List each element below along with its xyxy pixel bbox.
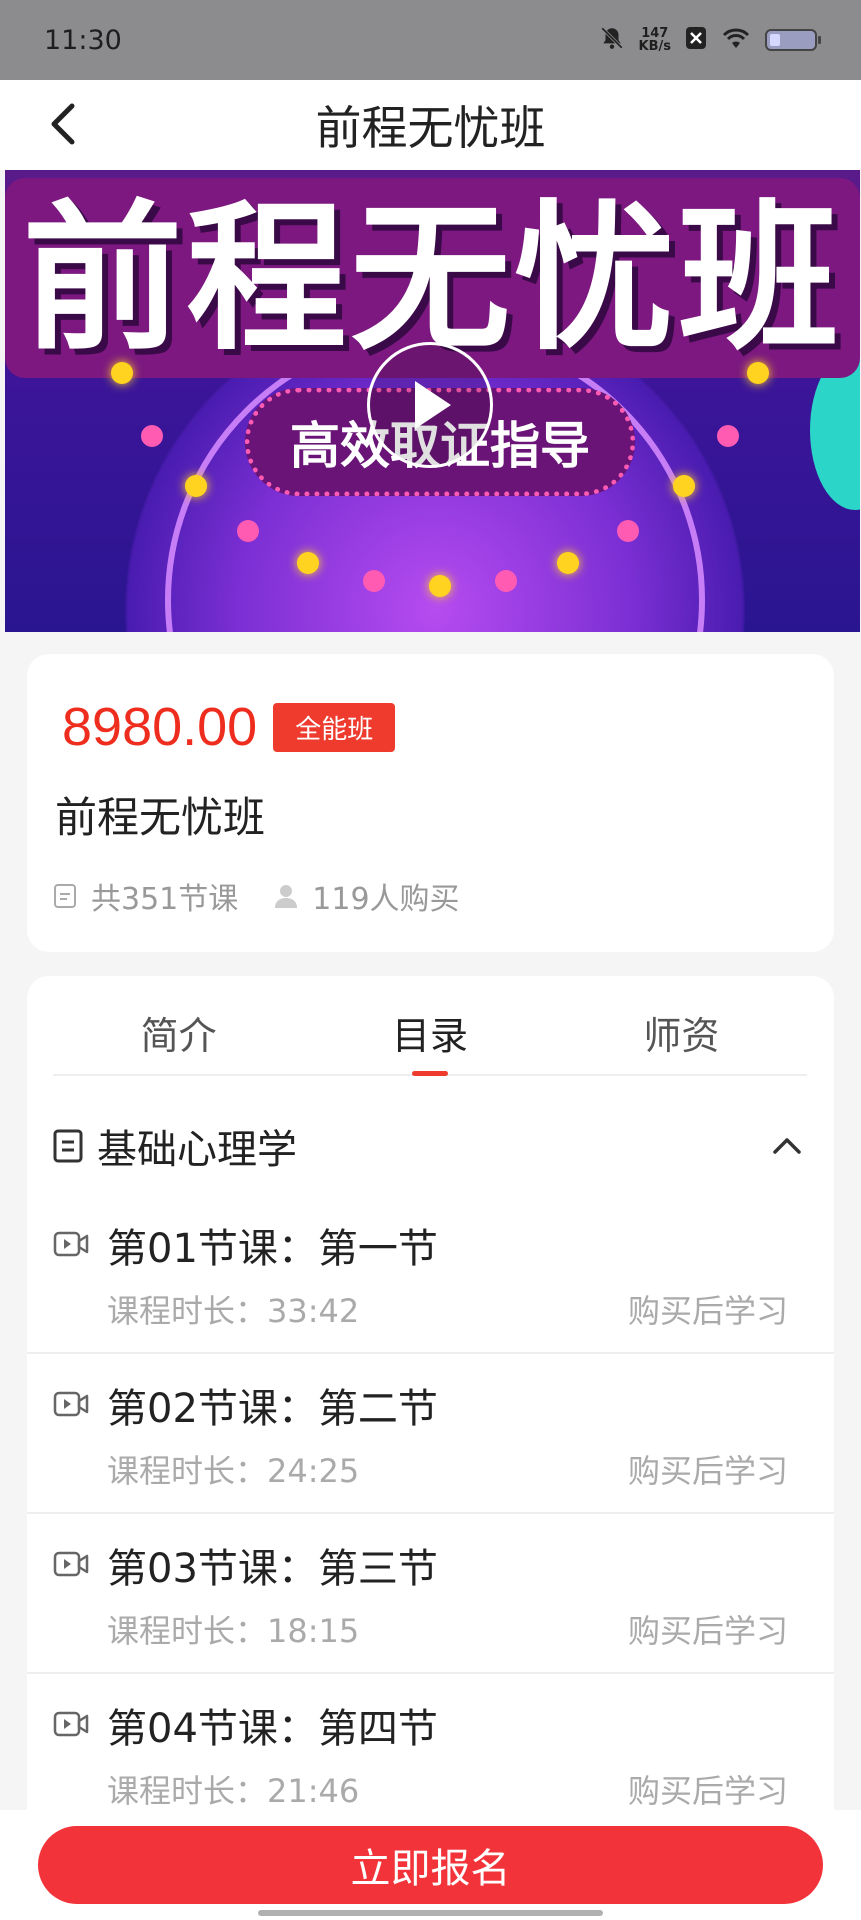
chapter-title: 基础心理学	[97, 1127, 297, 1173]
banner-light	[617, 520, 639, 542]
content-tabs: 简介 目录 师资	[53, 976, 807, 1076]
banner-light	[297, 552, 319, 574]
lesson-status: 购买后学习	[627, 1452, 788, 1490]
buyers-count-text: 119人购买	[312, 882, 460, 917]
video-icon	[53, 1551, 89, 1577]
play-button[interactable]	[367, 342, 493, 468]
network-speed: 147 KB/s	[639, 27, 671, 53]
chevron-up-icon[interactable]	[767, 1126, 807, 1166]
banner-light	[363, 570, 385, 592]
lesson-item[interactable]: 第01节课：第一节 课程时长：33:42 购买后学习	[27, 1194, 834, 1354]
chevron-left-icon	[51, 103, 75, 145]
status-time: 11:30	[44, 24, 122, 56]
lesson-status: 购买后学习	[627, 1292, 788, 1330]
lesson-duration: 课程时长：24:25	[107, 1452, 360, 1490]
lesson-item[interactable]: 第02节课：第二节 课程时长：24:25 购买后学习	[27, 1354, 834, 1514]
battery-icon	[765, 29, 821, 51]
status-bar: 11:30 147 KB/s	[0, 0, 861, 80]
chapter-header[interactable]: 基础心理学	[53, 1116, 807, 1176]
banner-light	[557, 552, 579, 574]
wifi-icon	[721, 26, 751, 54]
banner-light	[747, 362, 769, 384]
class-type-badge: 全能班	[273, 702, 396, 752]
lesson-title: 第02节课：第二节	[107, 1386, 438, 1432]
banner-light	[185, 475, 207, 497]
banner-light	[141, 425, 163, 447]
home-indicator[interactable]	[258, 1910, 603, 1916]
network-speed-unit: KB/s	[638, 39, 671, 54]
video-icon	[53, 1391, 89, 1417]
video-icon	[53, 1711, 89, 1737]
banner-light	[717, 425, 739, 447]
lesson-item[interactable]: 第03节课：第三节 课程时长：18:15 购买后学习	[27, 1514, 834, 1674]
status-icons: 147 KB/s	[599, 25, 821, 55]
banner-light	[495, 570, 517, 592]
course-info-card: 8980.00 全能班 前程无忧班 共351节课 119人购买	[27, 654, 834, 952]
banner-light	[237, 520, 259, 542]
tab-intro[interactable]: 简介	[53, 976, 304, 1074]
lesson-duration: 课程时长：18:15	[107, 1612, 360, 1650]
banner-light	[429, 575, 451, 597]
price-row: 8980.00 全能班	[62, 696, 396, 758]
course-name: 前程无忧班	[55, 793, 266, 842]
tab-catalog[interactable]: 目录	[304, 976, 555, 1076]
lessons-count-text: 共351节课	[91, 882, 239, 917]
lesson-status: 购买后学习	[627, 1772, 788, 1810]
course-video-banner[interactable]: 前程无忧班 高效取证指导	[5, 170, 860, 632]
lesson-list-icon	[54, 884, 76, 908]
buyers-count: 119人购买	[274, 874, 460, 918]
mute-bell-icon	[599, 25, 625, 55]
document-icon	[53, 1129, 83, 1163]
course-content-card: 简介 目录 师资 基础心理学 第01节课：第一节 课程时长：33:42 购买后学…	[27, 976, 834, 1920]
play-icon	[415, 381, 451, 429]
banner-light	[673, 475, 695, 497]
page-title: 前程无忧班	[315, 101, 546, 155]
lesson-status: 购买后学习	[627, 1612, 788, 1650]
header-bar: 前程无忧班	[0, 80, 861, 170]
no-sim-icon	[685, 26, 707, 54]
tab-teachers[interactable]: 师资	[556, 976, 807, 1074]
lessons-count: 共351节课	[53, 874, 238, 918]
lesson-duration: 课程时长：21:46	[107, 1772, 360, 1810]
bottom-action-bar: 立即报名	[0, 1810, 861, 1920]
person-icon	[275, 885, 298, 908]
lesson-title: 第03节课：第三节	[107, 1546, 438, 1592]
back-button[interactable]	[38, 100, 86, 148]
video-icon	[53, 1231, 89, 1257]
enroll-button[interactable]: 立即报名	[38, 1826, 823, 1904]
banner-light	[111, 362, 133, 384]
lesson-duration: 课程时长：33:42	[107, 1292, 360, 1330]
course-price: 8980.00	[62, 697, 258, 757]
course-meta: 共351节课 119人购买	[53, 874, 496, 918]
lesson-title: 第04节课：第四节	[107, 1706, 438, 1752]
lesson-title: 第01节课：第一节	[107, 1226, 438, 1272]
